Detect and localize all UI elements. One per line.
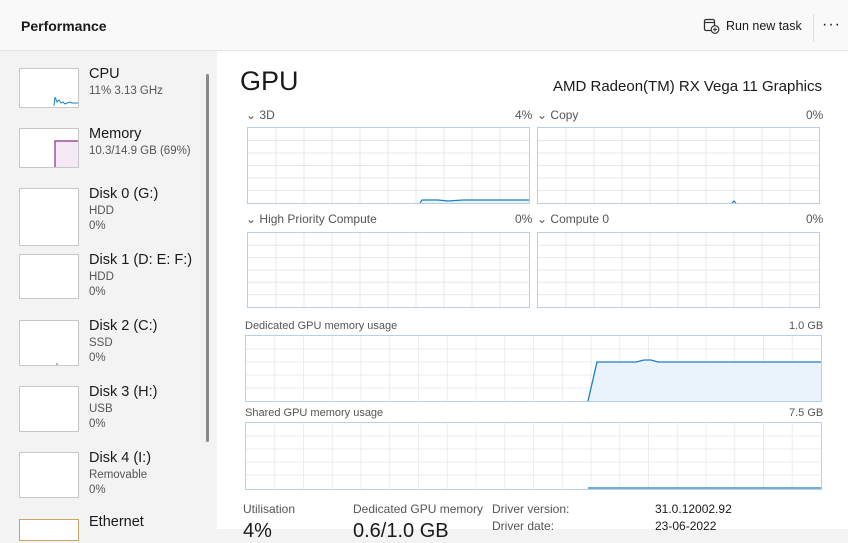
engine-value: 0% — [515, 212, 533, 226]
top-bar: Performance Run new task ··· — [0, 0, 848, 51]
sidebar-item-usage: 0% — [89, 484, 106, 496]
chevron-down-icon: ⌄ — [246, 212, 257, 226]
toolbar-divider — [813, 14, 814, 42]
sidebar-item-label: Disk 2 (C:) — [89, 318, 158, 334]
engine-3d-selector[interactable]: ⌄ 3D — [246, 108, 275, 122]
dedicated-memory-label: Dedicated GPU memory usage — [245, 320, 398, 332]
gpu-model-name: AMD Radeon(TM) RX Vega 11 Graphics — [553, 78, 822, 95]
sidebar-item-label: Disk 1 (D: E: F:) — [89, 252, 193, 268]
engine-value: 0% — [806, 212, 824, 226]
sidebar-item-disk-2[interactable]: Disk 2 (C:) SSD 0% — [18, 318, 203, 378]
engine-copy-graph — [537, 127, 820, 204]
dedicated-memory-graph — [245, 335, 822, 402]
sidebar-item-disk-1[interactable]: Disk 1 (D: E: F:) HDD 0% — [18, 252, 203, 312]
shared-memory-label: Shared GPU memory usage — [245, 407, 384, 419]
sidebar-item-type: HDD — [89, 205, 114, 217]
disk-2-thumbnail-graph — [19, 320, 79, 366]
chevron-down-icon: ⌄ — [537, 108, 548, 122]
chevron-down-icon: ⌄ — [537, 212, 548, 226]
engine-copy-selector[interactable]: ⌄ Copy — [537, 108, 578, 122]
sidebar-item-label: Disk 3 (H:) — [89, 384, 158, 400]
disk-3-thumbnail-graph — [19, 386, 79, 432]
more-options-icon[interactable]: ··· — [822, 17, 841, 33]
driver-date-label: Driver date: — [492, 519, 555, 533]
sidebar-item-memory[interactable]: Memory 10.3/14.9 GB (69%) — [18, 126, 203, 186]
sidebar-scrollbar[interactable] — [206, 74, 209, 442]
sidebar-item-usage: 0% — [89, 418, 106, 430]
engine-compute-0-graph — [537, 232, 820, 308]
ethernet-thumbnail-graph — [19, 519, 79, 541]
engine-value: 0% — [806, 108, 824, 122]
dedicated-gpu-memory-value: 0.6/1.0 GB — [353, 520, 449, 542]
engine-label: High Priority Compute — [259, 212, 377, 226]
sidebar-item-label: Disk 0 (G:) — [89, 186, 159, 202]
sidebar-item-type: HDD — [89, 271, 114, 283]
chevron-down-icon: ⌄ — [246, 108, 257, 122]
sidebar-item-label: CPU — [89, 66, 120, 82]
sidebar-item-label: Disk 4 (I:) — [89, 450, 152, 466]
engine-high-priority-compute-selector[interactable]: ⌄ High Priority Compute — [246, 212, 377, 226]
driver-date-value: 23-06-2022 — [655, 519, 717, 533]
sidebar-item-detail: 10.3/14.9 GB (69%) — [89, 145, 191, 157]
gpu-heading: GPU — [240, 66, 299, 96]
sidebar-item-label: Ethernet — [89, 514, 144, 530]
sidebar-item-usage: 0% — [89, 286, 106, 298]
engine-label: Compute 0 — [550, 212, 610, 226]
sidebar-item-usage: 0% — [89, 220, 106, 232]
engine-3d-graph — [247, 127, 530, 204]
sidebar-item-disk-4[interactable]: Disk 4 (I:) Removable 0% — [18, 450, 203, 510]
shared-memory-max: 7.5 GB — [789, 407, 824, 419]
sidebar-item-usage: 0% — [89, 352, 106, 364]
sidebar-item-cpu[interactable]: CPU 11% 3.13 GHz — [18, 66, 203, 126]
sidebar-item-disk-3[interactable]: Disk 3 (H:) USB 0% — [18, 384, 203, 444]
engine-high-priority-compute-graph — [247, 232, 530, 308]
sidebar-item-disk-0[interactable]: Disk 0 (G:) HDD 0% — [18, 186, 203, 246]
memory-thumbnail-graph — [19, 128, 79, 168]
disk-0-thumbnail-graph — [19, 188, 79, 246]
cpu-thumbnail-graph — [19, 68, 79, 108]
utilisation-value: 4% — [243, 520, 272, 542]
engine-label: Copy — [550, 108, 579, 122]
utilisation-label: Utilisation — [243, 502, 296, 516]
engine-label: 3D — [259, 108, 275, 122]
shared-memory-graph — [245, 422, 822, 490]
dedicated-gpu-memory-label: Dedicated GPU memory — [353, 502, 484, 516]
disk-1-thumbnail-graph — [19, 254, 79, 299]
run-task-icon — [703, 18, 720, 34]
page-title: Performance — [21, 18, 107, 34]
sidebar-item-detail: 11% 3.13 GHz — [89, 85, 163, 97]
sidebar-item-label: Memory — [89, 126, 142, 142]
sidebar-item-type: USB — [89, 403, 113, 415]
sidebar-item-type: Removable — [89, 469, 148, 481]
run-new-task-button[interactable]: Run new task — [703, 18, 802, 34]
run-new-task-label: Run new task — [726, 19, 802, 33]
driver-version-value: 31.0.12002.92 — [655, 502, 732, 516]
sidebar-item-ethernet[interactable]: Ethernet — [18, 514, 203, 541]
engine-value: 4% — [515, 108, 533, 122]
disk-4-thumbnail-graph — [19, 452, 79, 498]
dedicated-memory-max: 1.0 GB — [789, 320, 824, 332]
engine-compute-0-selector[interactable]: ⌄ Compute 0 — [537, 212, 609, 226]
driver-version-label: Driver version: — [492, 502, 570, 516]
sidebar-item-type: SSD — [89, 337, 113, 349]
